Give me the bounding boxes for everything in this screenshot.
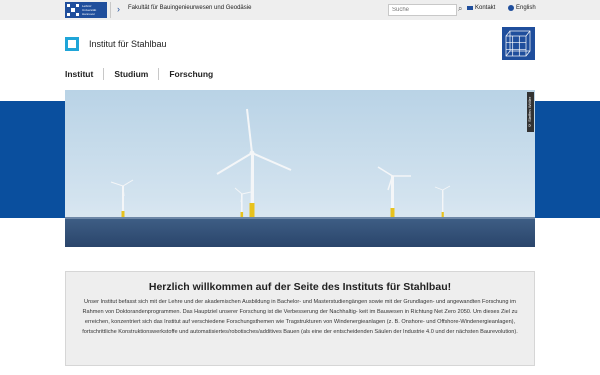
university-logo[interactable]: Leibniz Universität Hannover xyxy=(65,2,107,18)
welcome-text: Unser Institut befasst sich mit der Lehr… xyxy=(82,299,518,335)
university-logo-mark xyxy=(67,4,79,16)
chevron-right-icon: › xyxy=(117,4,120,14)
cube-grid-icon xyxy=(505,30,531,57)
institute-name[interactable]: Institut für Stahlbau xyxy=(89,39,167,49)
main-navigation: Institut Studium Forschung xyxy=(65,68,213,80)
wind-turbines-illustration xyxy=(65,108,535,247)
institute-logo-icon[interactable] xyxy=(65,37,79,51)
nav-item-forschung[interactable]: Forschung xyxy=(169,69,213,79)
globe-icon xyxy=(508,5,514,11)
search-input[interactable] xyxy=(388,4,457,16)
university-logo-text: Leibniz Universität Hannover xyxy=(82,4,97,16)
welcome-title: Herzlich willkommen auf der Seite des In… xyxy=(148,281,452,293)
language-label: English xyxy=(516,5,536,11)
nav-item-studium[interactable]: Studium xyxy=(114,69,148,79)
contact-label: Kontakt xyxy=(475,5,496,11)
mail-icon xyxy=(467,6,473,10)
hero-image xyxy=(65,90,535,247)
institute-cube-logo xyxy=(502,27,535,60)
language-switch[interactable]: English xyxy=(508,5,536,11)
search-icon[interactable]: ⌕ xyxy=(458,4,462,14)
contact-link[interactable]: Kontakt xyxy=(467,5,495,11)
nav-item-institut[interactable]: Institut xyxy=(65,69,93,79)
nav-divider xyxy=(103,68,105,80)
photo-credit: © Steffen Wöller xyxy=(527,92,534,132)
breadcrumb-faculty-link[interactable]: Fakultät für Bauingenieurwesen und Geodä… xyxy=(128,5,251,11)
nav-divider xyxy=(158,68,160,80)
welcome-box: Herzlich willkommen auf der Seite des In… xyxy=(65,271,535,366)
breadcrumb-divider xyxy=(110,2,111,18)
